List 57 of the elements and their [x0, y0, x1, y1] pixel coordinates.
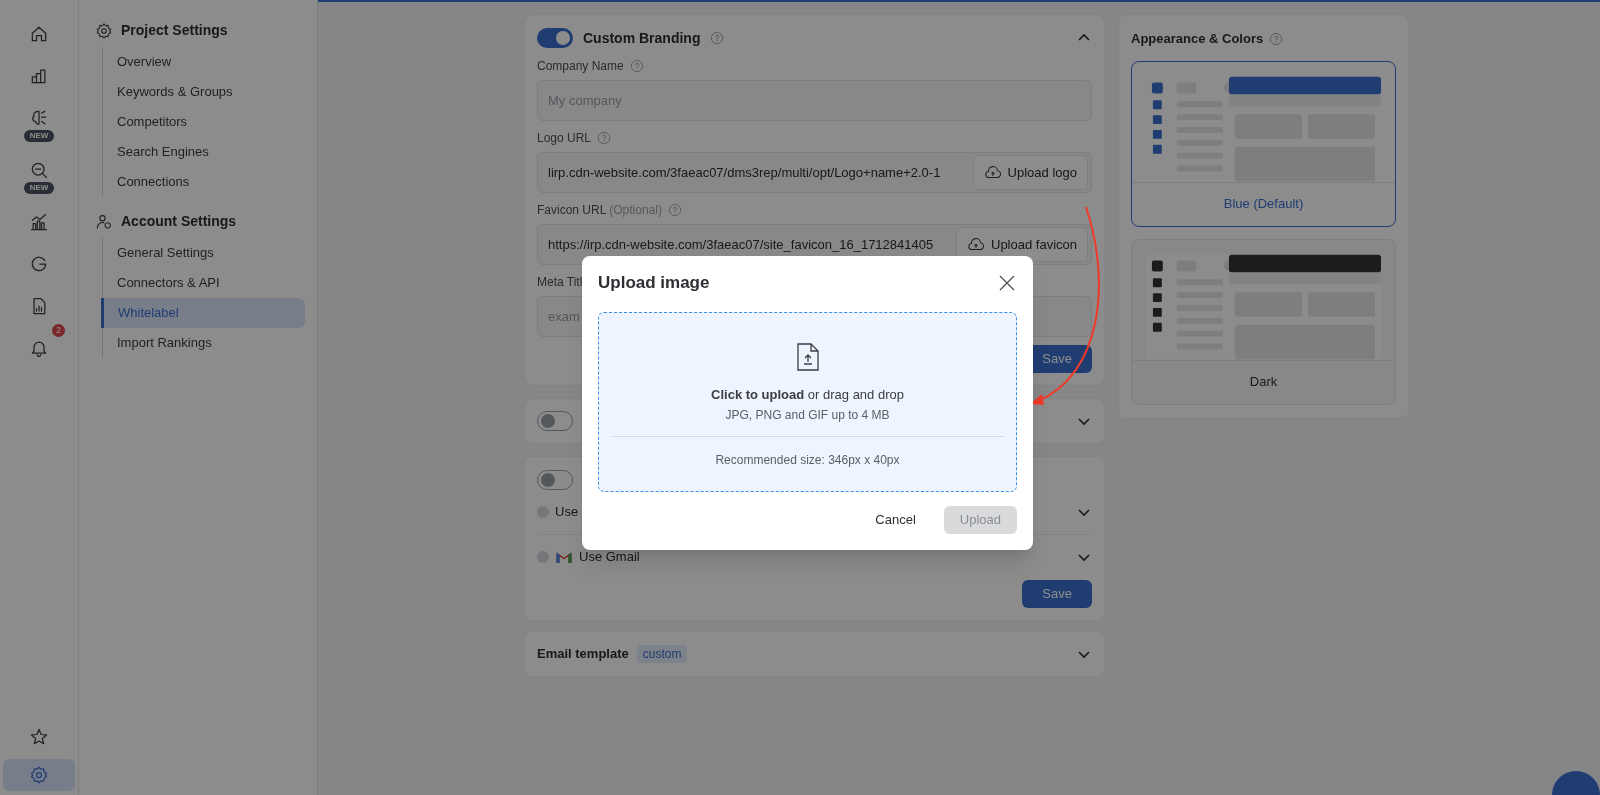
- star-icon: [29, 727, 49, 747]
- toggle-switch[interactable]: [537, 411, 573, 431]
- field-label: Company Name: [537, 58, 624, 75]
- section-title: Custom Branding: [583, 28, 701, 48]
- nav-item[interactable]: Competitors: [103, 107, 305, 137]
- format-hint: JPG, PNG and GIF up to 4 MB: [725, 407, 890, 424]
- nav-group-title: Account Settings: [121, 212, 237, 231]
- help-icon: [597, 131, 612, 145]
- help-icon: [1269, 31, 1284, 46]
- field-label: Logo URL: [537, 130, 592, 147]
- option-label: Use Gmail: [579, 547, 640, 566]
- nav-item[interactable]: Keywords & Groups: [103, 77, 305, 107]
- help-icon: [667, 203, 682, 217]
- home-icon: [29, 24, 49, 44]
- upload-instructions: Click to upload or drag and drop: [711, 385, 904, 404]
- chat-button[interactable]: [1552, 771, 1600, 795]
- nav-group-title: Project Settings: [121, 21, 228, 40]
- nav-item[interactable]: Connectors & API: [103, 268, 305, 298]
- help-icon: [629, 59, 644, 73]
- letter-g-icon: [29, 254, 49, 274]
- field-label: Meta Titl: [537, 274, 583, 291]
- nav-item[interactable]: Connections: [103, 167, 305, 197]
- nav-item[interactable]: Search Engines: [103, 137, 305, 167]
- head-icon: [29, 108, 49, 128]
- theme-name: Dark: [1132, 359, 1395, 404]
- upload-button[interactable]: Upload logo: [972, 155, 1088, 190]
- settings-icon: [29, 765, 49, 785]
- chart-icon: [29, 212, 49, 232]
- file-upload-icon: [795, 342, 820, 371]
- field-label: Favicon URL (Optional): [537, 202, 662, 219]
- help-icon: [710, 31, 725, 45]
- nav-item[interactable]: Overview: [103, 47, 305, 77]
- nav-item[interactable]: Whitelabel: [101, 298, 305, 328]
- dialog-title: Upload image: [598, 272, 710, 294]
- url-field[interactable]: lirp.cdn-website.com/3faeac07/dms3rep/multi/opt/Logo+name+2.0-1 Upload logo: [537, 152, 1092, 193]
- upload-button[interactable]: Upload favicon: [956, 227, 1088, 262]
- theme-name: Blue (Default): [1132, 181, 1395, 226]
- theme-option[interactable]: Dark: [1131, 238, 1396, 405]
- cancel-button[interactable]: Cancel: [871, 509, 920, 530]
- toggle-switch[interactable]: [537, 470, 573, 490]
- tag: custom: [636, 645, 688, 663]
- card-title: Appearance & Colors: [1131, 30, 1264, 48]
- new-badge: NEW: [23, 182, 55, 194]
- nav-item[interactable]: General Settings: [103, 238, 305, 268]
- drop-zone[interactable]: Click to upload or drag and drop JPG, PNG and GIF up to 4 MB Recommended size: 346px x 40px: [598, 311, 1017, 492]
- notification-count: 2: [52, 324, 65, 337]
- toggle-switch[interactable]: [537, 28, 573, 48]
- option-label: Use: [555, 503, 579, 522]
- user-icon: [95, 212, 113, 231]
- size-hint: Recommended size: 346px x 40px: [715, 452, 900, 469]
- save-button[interactable]: Save: [1022, 580, 1092, 608]
- settings-icon: [95, 21, 113, 40]
- nav-item[interactable]: Import Rankings: [103, 328, 305, 358]
- new-badge: NEW: [23, 130, 55, 142]
- search-icon: [29, 160, 49, 180]
- theme-option[interactable]: Blue (Default): [1131, 60, 1396, 227]
- section-title: Email template: [537, 645, 629, 664]
